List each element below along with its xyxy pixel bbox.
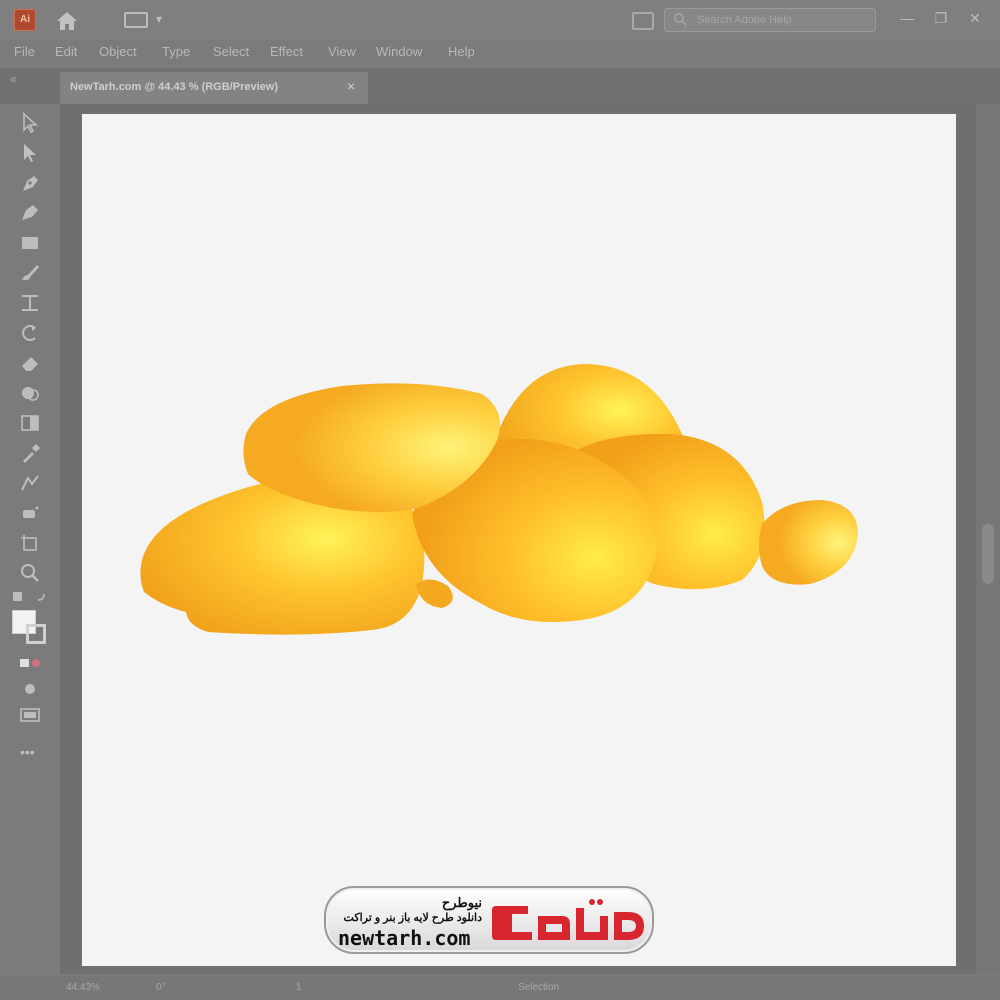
paintbrush-tool-icon[interactable] [18, 262, 42, 284]
kernel-small-hidden [416, 579, 453, 608]
menu-select[interactable]: Select [213, 44, 249, 59]
color-mode-icon[interactable] [18, 652, 42, 674]
screen-mode-icon[interactable] [18, 704, 42, 726]
document-tab-bar: « NewTarh.com @ 44.43 % (RGB/Preview) × [0, 68, 1000, 104]
zoom-tool-icon[interactable] [18, 562, 42, 584]
swap-fill-stroke-icon[interactable] [12, 590, 48, 604]
corn-kernels-artwork[interactable] [82, 114, 956, 966]
shape-builder-tool-icon[interactable] [18, 382, 42, 404]
document-tab-label: NewTarh.com @ 44.43 % (RGB/Preview) [70, 81, 278, 93]
gradient-tool-icon[interactable] [18, 412, 42, 434]
chevron-down-icon[interactable]: ▾ [156, 12, 162, 26]
rotation-field[interactable]: 0° [156, 979, 166, 997]
eyedropper-tool-icon[interactable] [18, 442, 42, 464]
search-placeholder: Search Adobe Help [697, 14, 792, 26]
arrange-documents-icon[interactable] [632, 12, 654, 30]
watermark-subtitle: دانلود طرح لایه باز بنر و تراکت [343, 912, 482, 924]
symbol-sprayer-tool-icon[interactable] [18, 502, 42, 524]
menu-window[interactable]: Window [376, 44, 422, 59]
kernel-far-right [759, 500, 858, 585]
title-bar: Ai ▾ Search Adobe Help — ❐ ✕ [0, 0, 1000, 40]
rotate-tool-icon[interactable] [18, 322, 42, 344]
search-icon [674, 13, 687, 26]
menu-edit[interactable]: Edit [55, 44, 77, 59]
workspace-switcher-icon[interactable] [124, 12, 148, 28]
menu-view[interactable]: View [328, 44, 356, 59]
app-logo-icon: Ai [14, 9, 36, 31]
drawing-mode-icon[interactable] [18, 678, 42, 700]
artboard[interactable] [82, 114, 956, 966]
scrollbar-thumb[interactable] [982, 524, 994, 584]
blend-tool-icon[interactable] [18, 472, 42, 494]
rectangle-tool-icon[interactable] [18, 232, 42, 254]
curvature-tool-icon[interactable] [18, 202, 42, 224]
menu-object[interactable]: Object [99, 44, 137, 59]
vertical-scrollbar[interactable] [976, 104, 1000, 974]
menu-bar: File Edit Object Type Select Effect View… [0, 40, 1000, 68]
artboard-number-field[interactable]: 1 [296, 979, 302, 997]
menu-file[interactable]: File [14, 44, 35, 59]
search-input[interactable]: Search Adobe Help [664, 8, 876, 32]
watermark-url: newtarh.com [338, 926, 471, 950]
close-window-button[interactable]: ✕ [964, 8, 986, 28]
tools-panel: ••• [0, 104, 60, 980]
minimize-button[interactable]: — [896, 8, 918, 28]
status-bar: 44.43% 0° 1 Selection [0, 976, 1000, 1000]
panel-collapse-icon[interactable]: « [10, 72, 17, 86]
home-icon[interactable] [54, 9, 80, 33]
menu-help[interactable]: Help [448, 44, 475, 59]
more-tools-icon[interactable]: ••• [20, 744, 35, 760]
newtarh-logo [492, 899, 644, 940]
watermark-title: نیوطرح [441, 895, 482, 910]
selection-tool-icon[interactable] [18, 112, 42, 134]
artboard-tool-icon[interactable] [18, 532, 42, 554]
shaper-tool-icon[interactable] [18, 292, 42, 314]
menu-effect[interactable]: Effect [270, 44, 303, 59]
close-tab-icon[interactable]: × [347, 78, 355, 94]
document-tab[interactable]: NewTarh.com @ 44.43 % (RGB/Preview) × [60, 72, 368, 104]
direct-selection-tool-icon[interactable] [18, 142, 42, 164]
menu-type[interactable]: Type [162, 44, 190, 59]
restore-button[interactable]: ❐ [930, 8, 952, 28]
status-mode[interactable]: Selection [518, 979, 559, 997]
stroke-color-swatch[interactable] [26, 624, 46, 644]
eraser-tool-icon[interactable] [18, 352, 42, 374]
zoom-level[interactable]: 44.43% [66, 979, 100, 997]
pen-tool-icon[interactable] [18, 172, 42, 194]
